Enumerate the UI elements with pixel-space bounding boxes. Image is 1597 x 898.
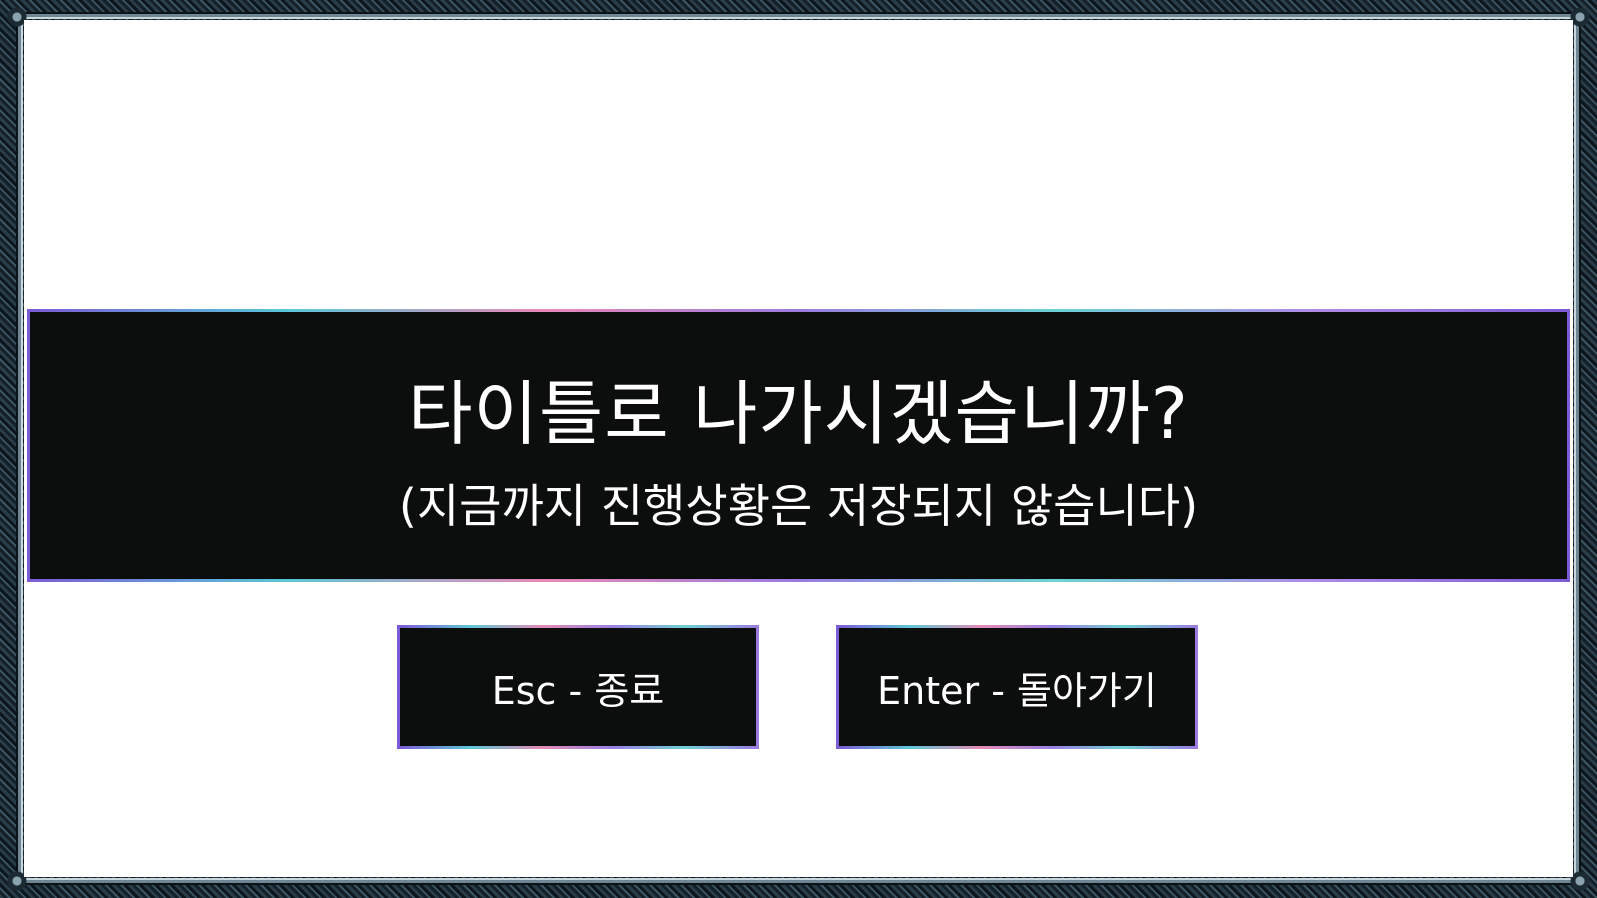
dialog-title: 타이틀로 나가시겠습니까?: [408, 373, 1189, 455]
return-button[interactable]: Enter - 돌아가기: [836, 625, 1198, 749]
dialog-subtitle: (지금까지 진행상황은 저장되지 않습니다): [398, 479, 1199, 533]
exit-dialog-banner: 타이틀로 나가시겠습니까? (지금까지 진행상황은 저장되지 않습니다): [27, 309, 1570, 582]
quit-button[interactable]: Esc - 종료: [397, 625, 759, 749]
